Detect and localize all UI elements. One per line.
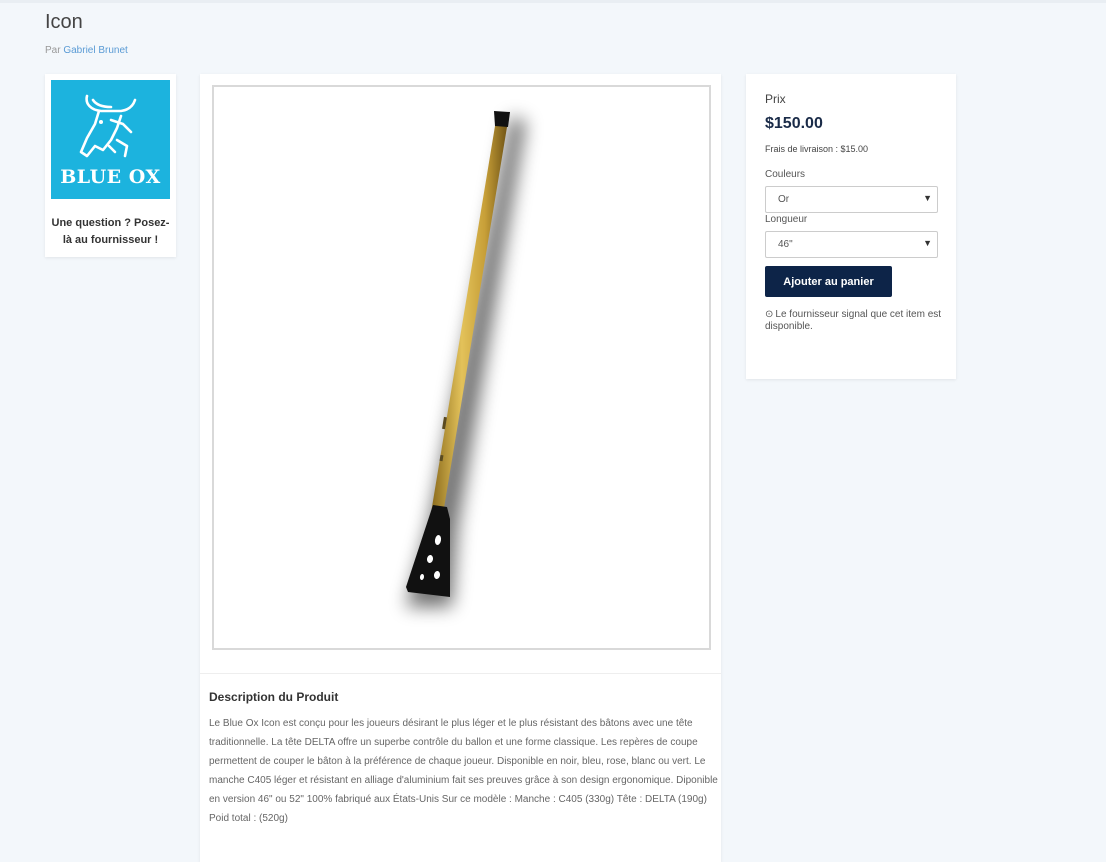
product-main-card: Description du Produit Le Blue Ox Icon e…: [200, 74, 721, 862]
chevron-down-icon: ▼: [923, 193, 932, 203]
color-select[interactable]: Or ▼: [765, 186, 938, 213]
colors-label: Couleurs: [765, 169, 806, 180]
product-image[interactable]: [212, 85, 711, 650]
divider: [200, 673, 721, 674]
vendor-card: BLUE OX Une question ? Posez-là au fourn…: [45, 74, 176, 257]
page-title: Icon: [45, 11, 83, 33]
purchase-card: Prix $150.00 Frais de livraison : $15.00…: [746, 74, 956, 379]
availability-note: ⊙ Le fournisseur signal que cet item est …: [765, 309, 950, 333]
top-bar: [0, 0, 1106, 3]
chevron-down-icon: ▼: [923, 238, 932, 248]
price-label: Prix: [765, 92, 786, 106]
length-select[interactable]: 46" ▼: [765, 231, 938, 258]
add-to-cart-button[interactable]: Ajouter au panier: [765, 266, 892, 297]
price-value: $150.00: [765, 115, 823, 132]
logo-wordmark: BLUE OX: [60, 166, 161, 188]
description-text: Le Blue Ox Icon est conçu pour les joueu…: [209, 718, 718, 824]
length-select-value: 46": [778, 239, 793, 250]
shipping-fee: Frais de livraison : $15.00: [765, 144, 869, 154]
vendor-logo[interactable]: BLUE OX: [51, 80, 170, 199]
vendor-link[interactable]: Gabriel Brunet: [63, 45, 127, 56]
byline-prefix: Par: [45, 45, 61, 56]
lacrosse-stick-image: [406, 111, 526, 607]
color-select-value: Or: [778, 194, 790, 205]
availability-text: Le fournisseur signal que cet item est d…: [765, 309, 942, 332]
ask-vendor-link[interactable]: Une question ? Posez-là au fournisseur !: [49, 215, 172, 249]
byline: Par Gabriel Brunet: [45, 45, 128, 56]
description-title: Description du Produit: [209, 690, 339, 704]
clock-icon: ⊙: [765, 309, 774, 320]
length-label: Longueur: [765, 214, 808, 225]
